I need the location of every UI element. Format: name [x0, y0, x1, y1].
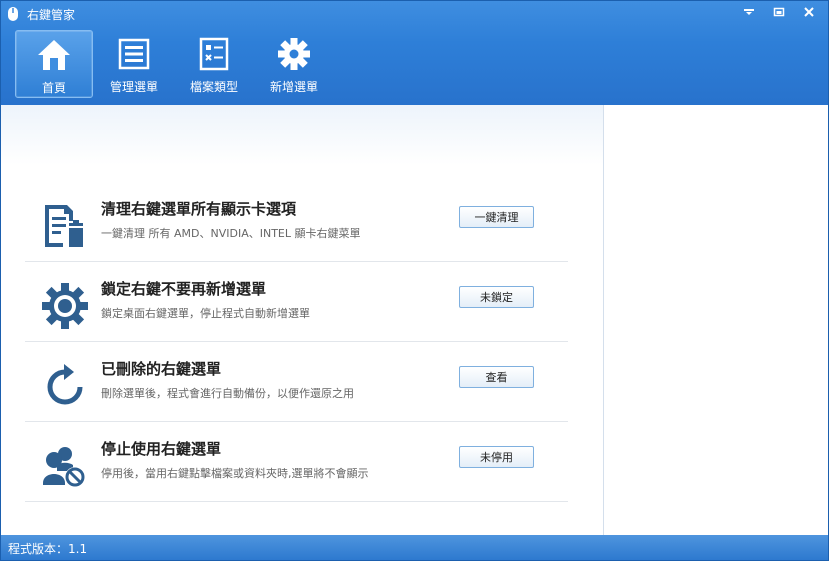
- dropdown-icon: [744, 9, 754, 15]
- clean-document-icon: [45, 205, 83, 247]
- item-title: 清理右鍵選單所有顯示卡選項: [101, 200, 297, 218]
- filetype-icon: [199, 37, 229, 71]
- restore-button[interactable]: [764, 1, 794, 23]
- window-controls: [734, 1, 824, 25]
- item-title: 已刪除的右鍵選單: [101, 360, 222, 378]
- main-content: 清理右鍵選單所有顯示卡選項 一鍵清理 所有 AMD、NVIDIA、INTEL 顯…: [1, 105, 604, 535]
- tab-add-menu-label: 新增選單: [269, 80, 318, 94]
- not-disabled-toggle-button[interactable]: 未停用: [459, 446, 534, 468]
- app-window: 右鍵管家 首頁 管理選單 檔案類型 新增選單 清理右鍵選單所有顯示卡選項 一鍵清…: [0, 0, 829, 561]
- list-item: 已刪除的右鍵選單 刪除選單後，程式會進行自動備份，以便作還原之用 查看: [25, 342, 568, 422]
- item-description: 停用後，當用右鍵點擊檔案或資料夾時,選單將不會顯示: [101, 467, 369, 480]
- view-deleted-button[interactable]: 查看: [459, 366, 534, 388]
- dropdown-button[interactable]: [734, 1, 764, 23]
- version-label: 程式版本：1.1: [8, 542, 88, 556]
- restore-icon: [773, 7, 785, 17]
- window-title: 右鍵管家: [27, 8, 76, 22]
- item-title: 鎖定右鍵不要再新增選單: [101, 280, 267, 298]
- item-description: 刪除選單後，程式會進行自動備份，以便作還原之用: [101, 387, 354, 400]
- one-click-clean-button[interactable]: 一鍵清理: [459, 206, 534, 228]
- tab-manage-menu-label: 管理選單: [109, 80, 158, 94]
- status-bar: 程式版本：1.1: [1, 535, 828, 560]
- main-toolbar: 首頁 管理選單 檔案類型 新增選單: [15, 30, 335, 100]
- header: 右鍵管家 首頁 管理選單 檔案類型 新增選單: [1, 1, 828, 105]
- tab-file-type-label: 檔案類型: [189, 80, 238, 94]
- list-item: 停止使用右鍵選單 停用後，當用右鍵點擊檔案或資料夾時,選單將不會顯示 未停用: [25, 422, 568, 502]
- home-icon: [38, 40, 70, 70]
- tab-home-label: 首頁: [41, 81, 66, 95]
- item-description: 一鍵清理 所有 AMD、NVIDIA、INTEL 顯卡右鍵菜單: [101, 227, 361, 240]
- tab-file-type[interactable]: 檔案類型: [175, 30, 253, 98]
- title-bar: 右鍵管家: [1, 1, 828, 27]
- gear-icon: [278, 38, 310, 70]
- tab-add-menu[interactable]: 新增選單: [255, 30, 333, 98]
- list-item: 清理右鍵選單所有顯示卡選項 一鍵清理 所有 AMD、NVIDIA、INTEL 顯…: [25, 182, 568, 262]
- close-button[interactable]: [794, 1, 824, 23]
- restore-arrow-icon: [47, 364, 83, 405]
- unlocked-toggle-button[interactable]: 未鎖定: [459, 286, 534, 308]
- right-panel: [604, 105, 828, 535]
- close-icon: [804, 7, 814, 17]
- list-icon: [118, 38, 150, 70]
- item-description: 鎖定桌面右鍵選單，停止程式自動新增選單: [101, 307, 310, 320]
- app-logo-icon: [8, 7, 18, 21]
- lock-gear-icon: [42, 283, 88, 329]
- tab-manage-menu[interactable]: 管理選單: [95, 30, 173, 98]
- list-item: 鎖定右鍵不要再新增選單 鎖定桌面右鍵選單，停止程式自動新增選單 未鎖定: [25, 262, 568, 342]
- user-disable-icon: [43, 447, 85, 487]
- tab-home[interactable]: 首頁: [15, 30, 93, 98]
- item-title: 停止使用右鍵選單: [101, 440, 222, 458]
